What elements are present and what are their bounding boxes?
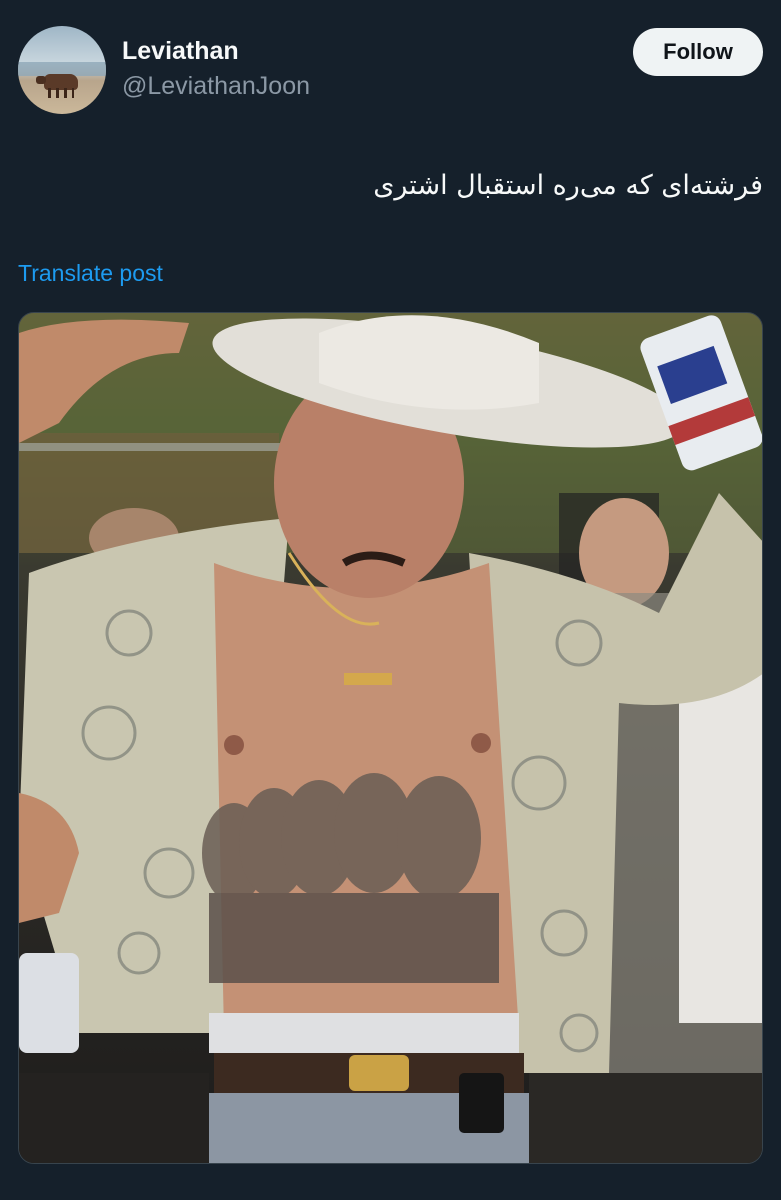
avatar[interactable]	[18, 26, 106, 114]
avatar-cow	[36, 74, 78, 98]
post-photo[interactable]	[18, 312, 763, 1164]
display-name[interactable]: Leviathan	[122, 36, 310, 66]
translate-post-link[interactable]: Translate post	[18, 260, 163, 287]
post-header: Leviathan @LeviathanJoon Follow	[18, 26, 763, 116]
user-handle[interactable]: @LeviathanJoon	[122, 70, 310, 102]
follow-button[interactable]: Follow	[633, 28, 763, 76]
photo-illustration	[19, 313, 762, 1163]
post-text: فرشته‌ای که می‌ره استقبال اشتری	[373, 170, 763, 201]
author-info[interactable]: Leviathan @LeviathanJoon	[122, 36, 310, 102]
